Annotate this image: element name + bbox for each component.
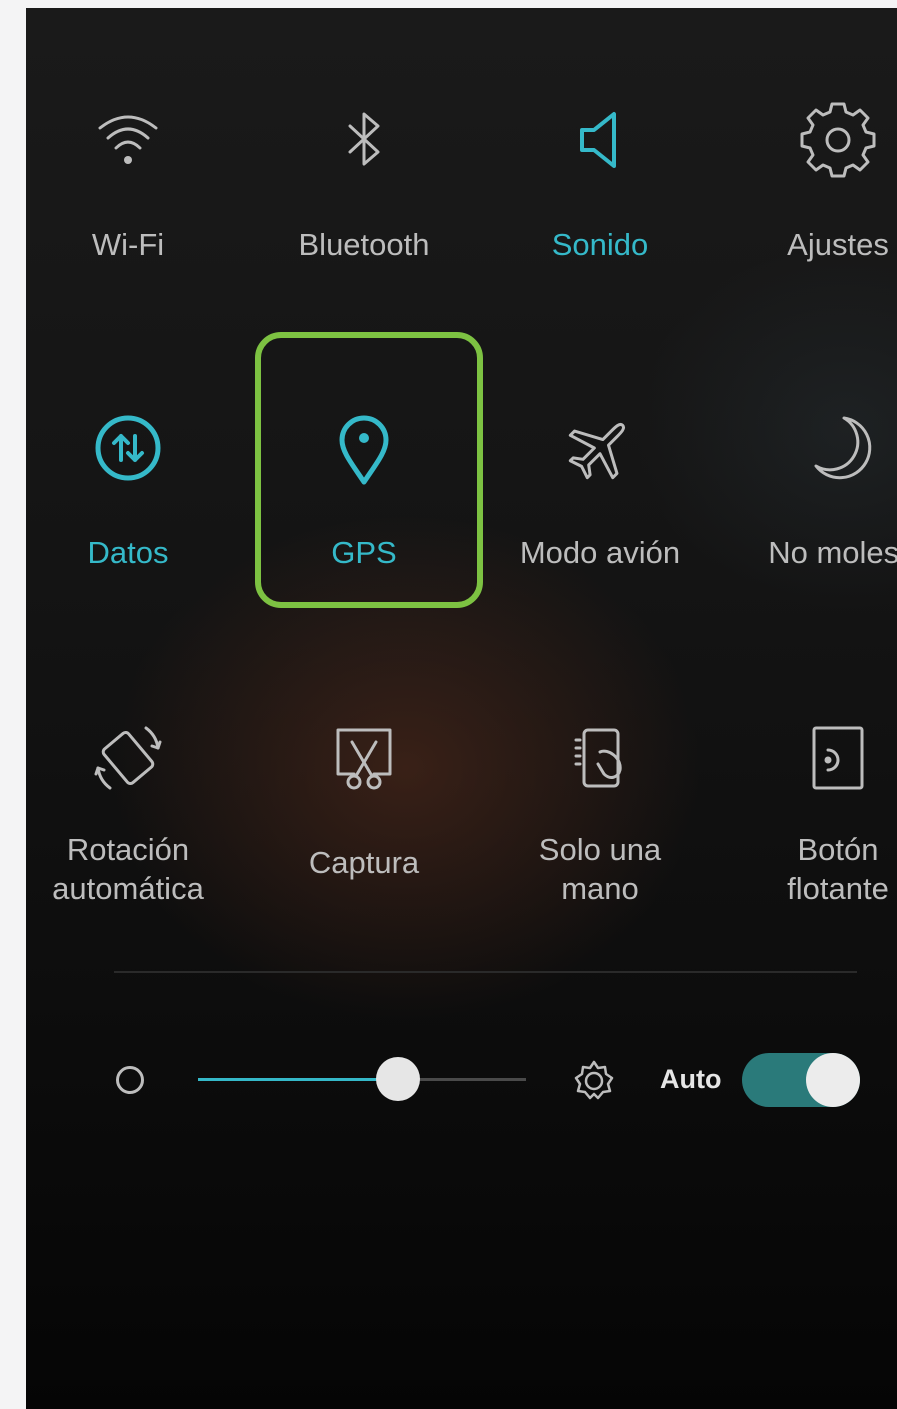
tile-label-floating-button: Botón flotante — [787, 832, 889, 906]
tile-floating-button[interactable]: Botón flotante — [723, 718, 897, 918]
screenshot-scissors-icon — [336, 728, 392, 790]
tile-label-sound: Sonido — [551, 227, 649, 262]
bluetooth-icon — [348, 112, 380, 166]
tile-bluetooth[interactable]: Bluetooth — [249, 100, 479, 300]
divider — [114, 971, 857, 973]
rotation-icon — [94, 726, 162, 790]
tile-label-screenshot: Captura — [308, 845, 420, 880]
tile-label-wifi: Wi-Fi — [91, 227, 165, 262]
wifi-icon — [98, 115, 158, 164]
toggle-knob[interactable] — [806, 1053, 860, 1107]
brightness-high-icon — [574, 1060, 614, 1100]
auto-brightness-label: Auto — [660, 1064, 722, 1094]
brightness-slider-fill — [198, 1078, 398, 1081]
tile-wifi[interactable]: Wi-Fi — [26, 100, 243, 300]
gps-highlight-frame — [255, 332, 483, 608]
tile-airplane[interactable]: Modo avión — [485, 408, 715, 608]
one-hand-icon — [574, 728, 622, 788]
tile-label-one-hand: Solo una mano — [538, 832, 662, 906]
tile-label-dnd: No molest — [768, 535, 897, 570]
tile-settings[interactable]: Ajustes — [723, 100, 897, 300]
brightness-slider[interactable] — [198, 1057, 526, 1101]
tile-data[interactable]: Datos — [26, 408, 243, 608]
airplane-icon — [568, 422, 626, 480]
brightness-slider-thumb[interactable] — [376, 1057, 420, 1101]
auto-brightness-toggle[interactable] — [742, 1053, 860, 1107]
tile-label-settings: Ajustes — [787, 227, 889, 262]
brightness-low-icon — [116, 1066, 144, 1094]
mobile-data-icon — [95, 415, 161, 481]
tile-one-hand[interactable]: Solo una mano — [485, 718, 715, 918]
tile-label-airplane: Modo avión — [519, 535, 681, 570]
quick-settings-panel: Wi-Fi Bluetooth Sonido Ajustes Datos GPS… — [26, 8, 897, 1409]
speaker-icon — [580, 112, 616, 168]
tile-label-data: Datos — [87, 535, 169, 570]
tile-screenshot[interactable]: Captura — [249, 718, 479, 918]
moon-icon — [814, 416, 872, 480]
tile-rotation[interactable]: Rotación automática — [26, 718, 243, 918]
tile-label-bluetooth: Bluetooth — [298, 227, 430, 262]
floating-button-icon — [812, 726, 864, 790]
tile-sound[interactable]: Sonido — [485, 100, 715, 300]
gear-icon — [800, 102, 876, 178]
tile-label-rotation: Rotación automática — [52, 832, 204, 906]
tile-dnd[interactable]: No molest — [723, 408, 897, 608]
